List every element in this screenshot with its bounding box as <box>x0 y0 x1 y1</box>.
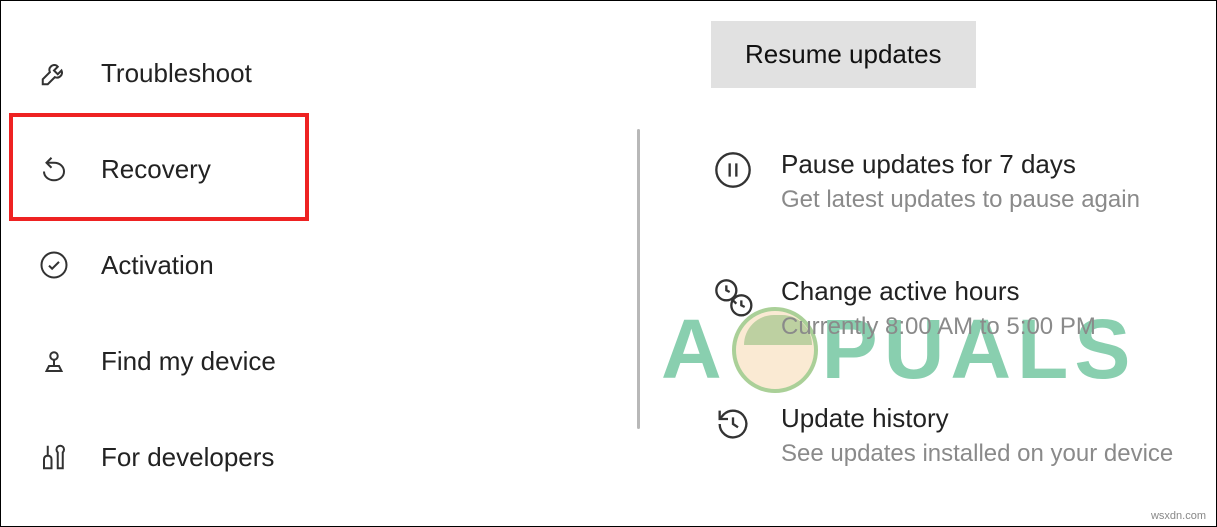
option-title: Change active hours <box>781 275 1096 309</box>
main-panel: Resume updates Pause updates for 7 days … <box>641 1 1216 526</box>
active-hours-icon <box>711 275 755 319</box>
settings-sidebar: Troubleshoot Recovery Activation <box>1 1 641 526</box>
sidebar-scrollbar[interactable] <box>637 129 640 429</box>
recovery-icon <box>37 152 71 186</box>
sidebar-item-label: For developers <box>101 442 274 473</box>
option-pause-updates[interactable]: Pause updates for 7 days Get latest upda… <box>711 148 1186 215</box>
sidebar-item-troubleshoot[interactable]: Troubleshoot <box>1 25 641 121</box>
sidebar-item-for-developers[interactable]: For developers <box>1 409 641 505</box>
pause-circle-icon <box>711 148 755 192</box>
sidebar-item-find-my-device[interactable]: Find my device <box>1 313 641 409</box>
option-update-history[interactable]: Update history See updates installed on … <box>711 402 1186 469</box>
sidebar-item-label: Find my device <box>101 346 276 377</box>
wrench-icon <box>37 56 71 90</box>
option-subtitle: Get latest updates to pause again <box>781 184 1140 215</box>
option-subtitle: Currently 8:00 AM to 5:00 PM <box>781 311 1096 342</box>
sidebar-item-activation[interactable]: Activation <box>1 217 641 313</box>
history-icon <box>711 402 755 446</box>
resume-updates-button[interactable]: Resume updates <box>711 21 976 88</box>
option-title: Update history <box>781 402 1173 436</box>
tools-icon <box>37 440 71 474</box>
sidebar-item-label: Activation <box>101 250 214 281</box>
option-change-active-hours[interactable]: Change active hours Currently 8:00 AM to… <box>711 275 1186 342</box>
credit-text: wsxdn.com <box>1151 510 1206 522</box>
location-pin-icon <box>37 344 71 378</box>
sidebar-item-label: Recovery <box>101 154 211 185</box>
option-subtitle: See updates installed on your device <box>781 438 1173 469</box>
option-title: Pause updates for 7 days <box>781 148 1140 182</box>
sidebar-item-label: Troubleshoot <box>101 58 252 89</box>
sidebar-item-recovery[interactable]: Recovery <box>1 121 641 217</box>
check-circle-icon <box>37 248 71 282</box>
